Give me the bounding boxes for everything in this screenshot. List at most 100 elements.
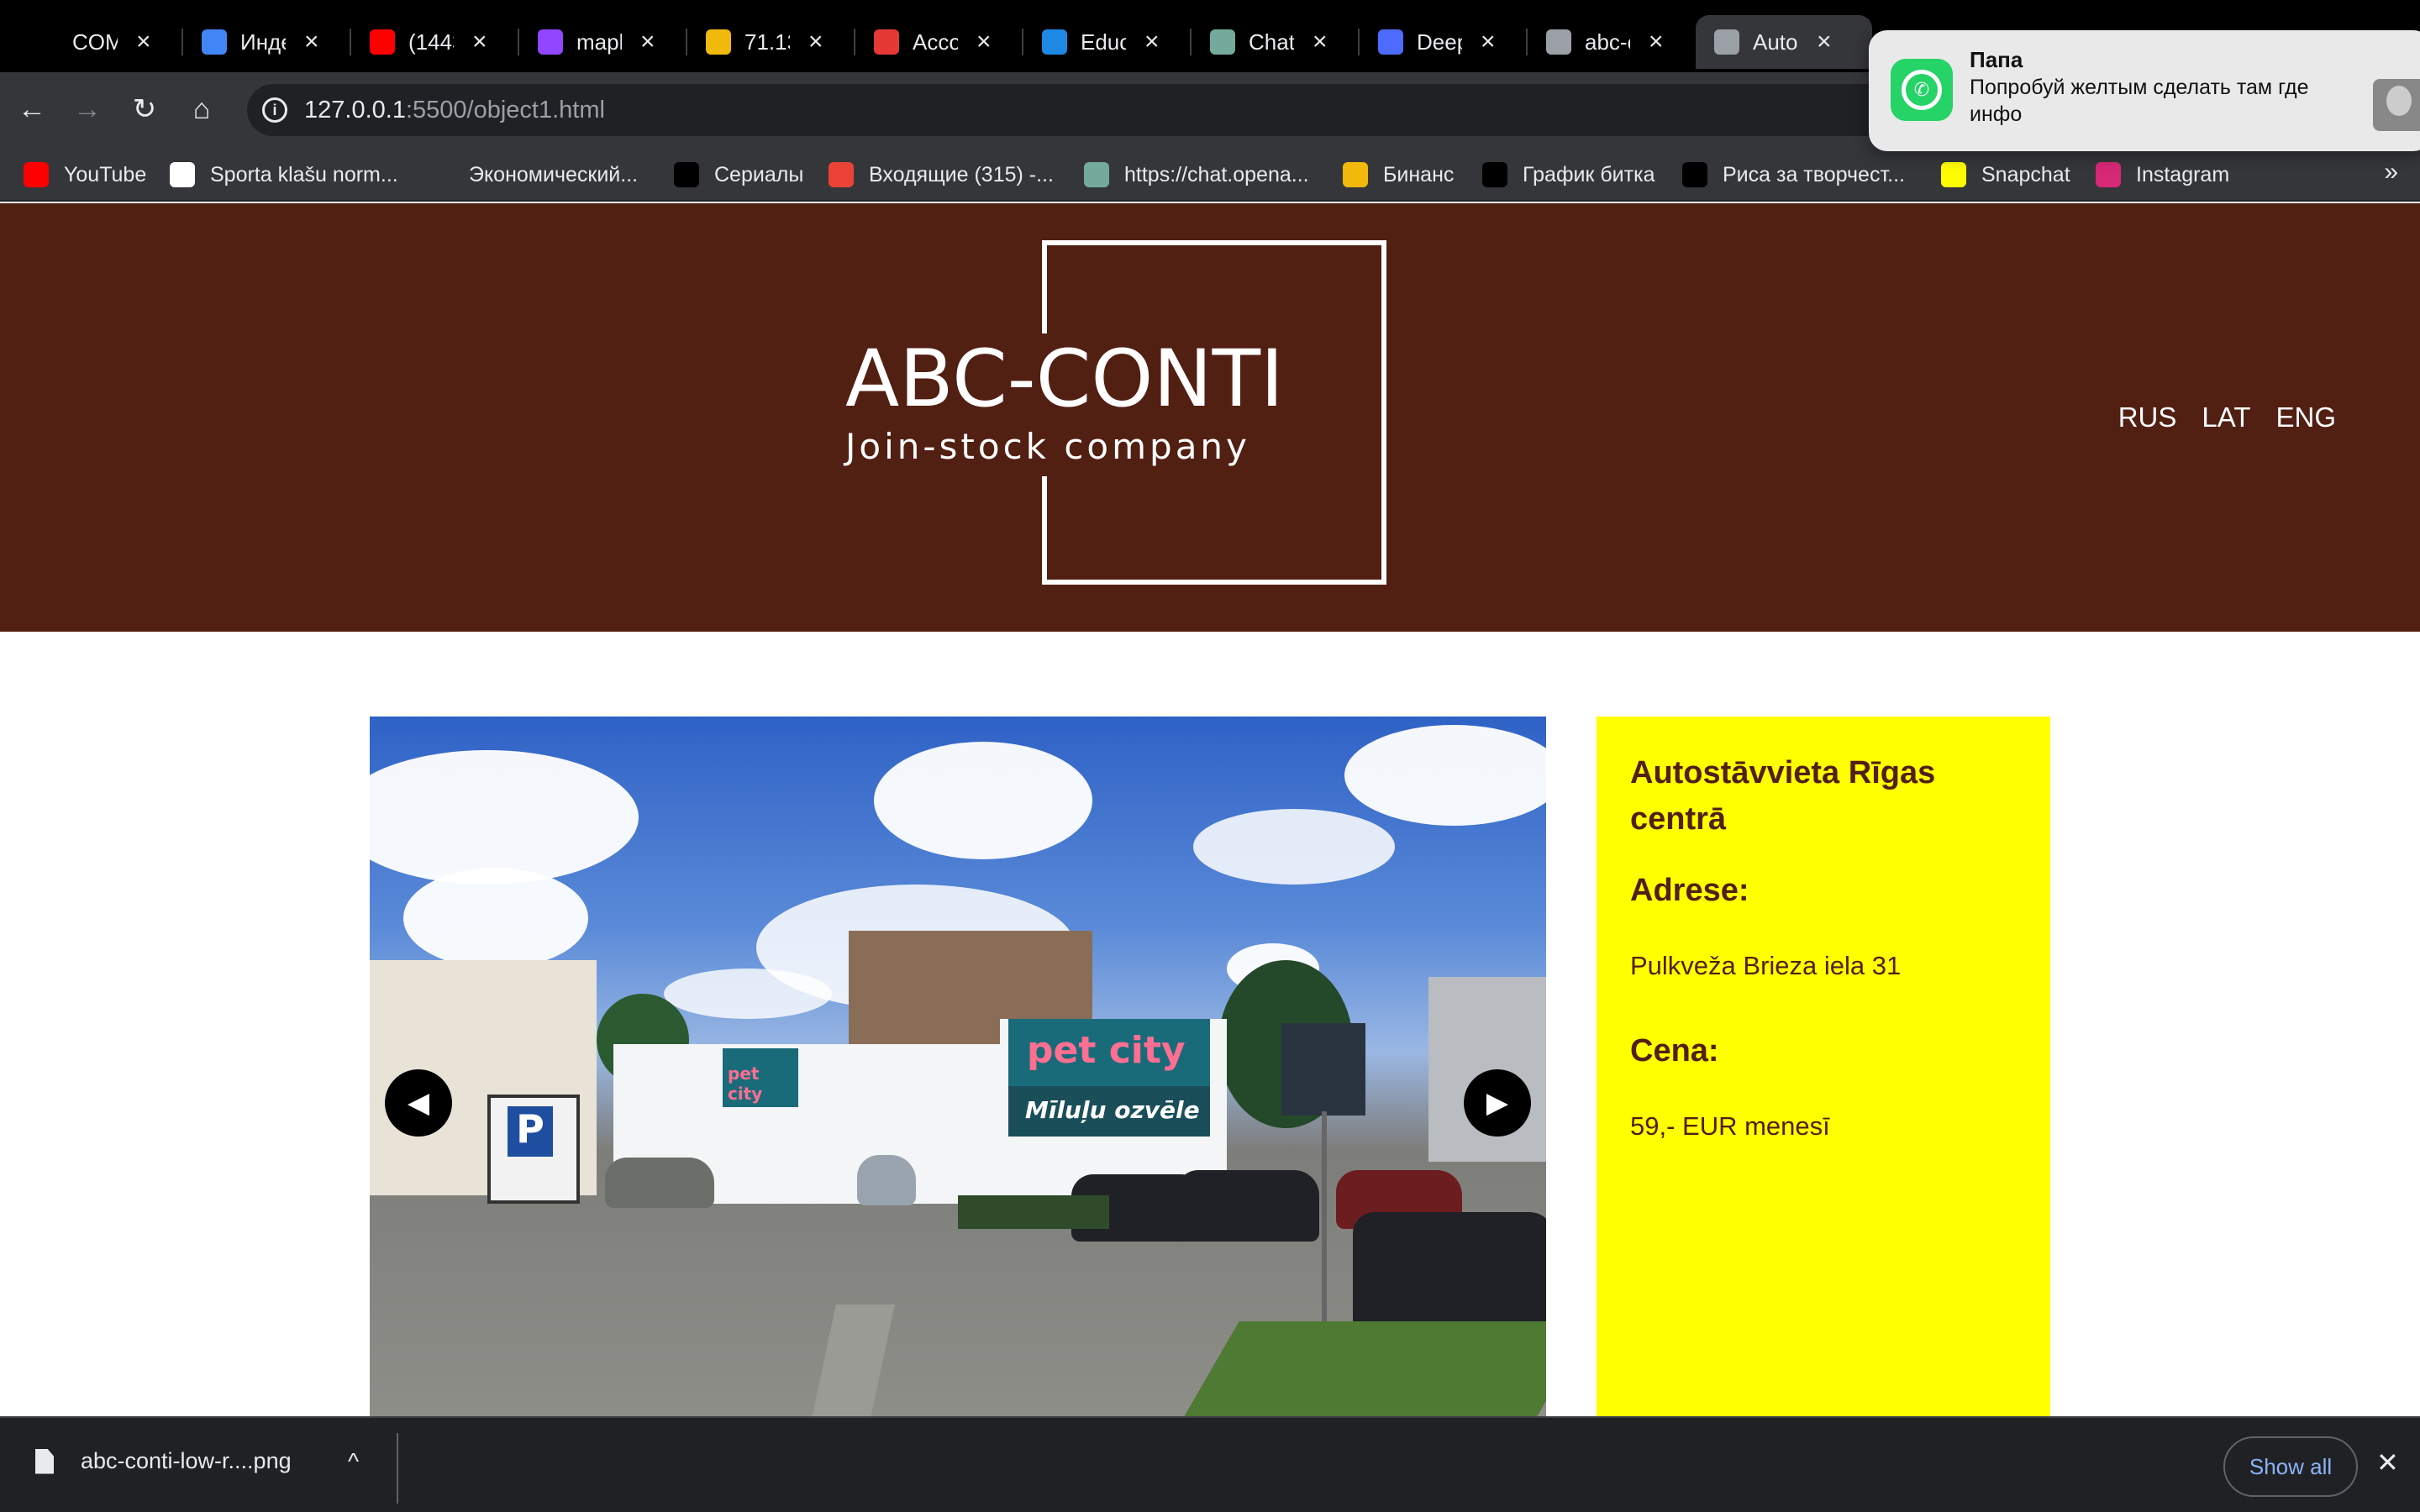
- tab[interactable]: Deep ×: [1360, 18, 1528, 66]
- tab[interactable]: Auto ×: [1696, 15, 1872, 69]
- bookmark-item[interactable]: Риса за творчест...: [1682, 160, 1905, 190]
- instagram-icon: [2096, 162, 2121, 187]
- tab-title: (1443: [408, 29, 454, 55]
- close-icon[interactable]: ×: [1817, 28, 1832, 56]
- bookmark-item[interactable]: Бинанс: [1343, 160, 1454, 190]
- tab-title: Deep: [1417, 29, 1462, 55]
- lang-lat-link[interactable]: LAT: [2202, 402, 2250, 433]
- calendar-icon: [202, 29, 227, 55]
- download-bar: abc-conti-low-r....png ^ Show all ✕: [0, 1416, 2420, 1512]
- download-filename: abc-conti-low-r....png: [81, 1448, 292, 1473]
- close-icon[interactable]: ×: [1313, 28, 1328, 56]
- serials-icon: [674, 162, 699, 187]
- bookmark-label: Риса за творчест...: [1723, 162, 1905, 186]
- slider-prev-button[interactable]: ◀: [385, 1069, 452, 1137]
- home-icon[interactable]: ⌂: [182, 89, 222, 129]
- snapchat-icon: [1941, 162, 1966, 187]
- risa-icon: [1682, 162, 1707, 187]
- whatsapp-icon: ✆: [1891, 59, 1953, 121]
- tab[interactable]: COM ×: [15, 18, 183, 66]
- lpf-icon: [170, 162, 195, 187]
- curb: [811, 1305, 895, 1416]
- tab-title: COM: [72, 29, 118, 55]
- parking-booth: P: [487, 1095, 580, 1204]
- close-icon[interactable]: ×: [1481, 28, 1496, 56]
- grass-strip: [1181, 1321, 1546, 1416]
- bookmark-label: Instagram: [2136, 162, 2230, 186]
- youtube-icon: [24, 162, 49, 187]
- bookmark-item[interactable]: Входящие (315) -...: [829, 160, 1054, 190]
- tab[interactable]: mapl ×: [519, 18, 687, 66]
- back-icon[interactable]: ←: [12, 89, 52, 129]
- chevron-up-icon[interactable]: ^: [348, 1448, 359, 1475]
- site-info-icon[interactable]: i: [262, 97, 287, 123]
- globe-icon: [1546, 29, 1571, 55]
- car: [605, 1158, 714, 1208]
- tab[interactable]: Chat ×: [1192, 18, 1360, 66]
- address-value: Pulkveža Brieza iela 31: [1630, 951, 1902, 980]
- tab[interactable]: Acco ×: [855, 18, 1023, 66]
- chatgpt-icon: [1210, 29, 1235, 55]
- chatgpt-icon: [1084, 162, 1109, 187]
- bookmark-item[interactable]: Sporta klašu norm...: [170, 160, 398, 190]
- slider-next-button[interactable]: ▶: [1464, 1069, 1531, 1137]
- bookmark-item[interactable]: Instagram: [2096, 160, 2229, 190]
- download-item[interactable]: abc-conti-low-r....png: [35, 1448, 292, 1474]
- info-board: [1281, 1023, 1365, 1116]
- account-icon: [874, 29, 899, 55]
- close-icon[interactable]: ×: [472, 28, 487, 56]
- bookmark-item[interactable]: Сериалы: [674, 160, 803, 190]
- bookmark-item[interactable]: График битка: [1482, 160, 1655, 190]
- gmail-icon: [829, 162, 854, 187]
- tab[interactable]: (1443 ×: [351, 18, 519, 66]
- cloud: [874, 742, 1092, 859]
- forward-icon[interactable]: →: [67, 89, 108, 129]
- tab-title: Инде: [240, 29, 286, 55]
- close-icon[interactable]: ×: [808, 28, 823, 56]
- bookmark-item[interactable]: YouTube: [24, 160, 146, 190]
- logo-main-text: ABC-CONTI: [845, 333, 1284, 425]
- close-icon[interactable]: ×: [976, 28, 992, 56]
- tab[interactable]: Инде ×: [183, 18, 351, 66]
- tab-title: 71.13: [744, 29, 790, 55]
- close-icon[interactable]: ×: [640, 28, 655, 56]
- tab[interactable]: Educ ×: [1023, 18, 1192, 66]
- lang-eng-link[interactable]: ENG: [2275, 402, 2336, 433]
- reload-icon[interactable]: ↻: [124, 89, 165, 129]
- show-all-button[interactable]: Show all: [2223, 1436, 2358, 1497]
- bookmark-label: Sporta klašu norm...: [210, 162, 398, 186]
- tab[interactable]: abc-c ×: [1528, 18, 1696, 66]
- bookmark-item[interactable]: Snapchat: [1941, 160, 2070, 190]
- listing-title: Autostāvvieta Rīgas centrā: [1630, 755, 1936, 837]
- logo-sub-text: Join-stock company: [845, 426, 1250, 467]
- address-label: Adrese:: [1630, 873, 1749, 908]
- close-icon[interactable]: ×: [304, 28, 319, 56]
- price-label: Cena:: [1630, 1033, 1719, 1068]
- cloud: [370, 750, 639, 885]
- divider: [397, 1433, 398, 1504]
- close-icon[interactable]: ×: [1144, 28, 1160, 56]
- tab-title: Educ: [1081, 29, 1126, 55]
- photo-slider: P pet city pet city Mīluļu ozvēle ◀ ▶: [370, 717, 1546, 1416]
- lang-rus-link[interactable]: RUS: [2118, 402, 2177, 433]
- tab[interactable]: 71.13 ×: [687, 18, 855, 66]
- binance-icon: [1343, 162, 1368, 187]
- site-header: ABC-CONTI Join-stock company RUS LAT ENG: [0, 203, 2420, 632]
- logo[interactable]: ABC-CONTI Join-stock company: [840, 333, 1311, 476]
- language-switcher: RUS LAT ENG: [2118, 402, 2336, 433]
- url-path: :5500/object1.html: [405, 96, 605, 123]
- listing-info-card: Autostāvvieta Rīgas centrā Adrese: Pulkv…: [1597, 717, 2050, 1416]
- notification-body: Попробуй желтым сделать там где инфо: [1970, 76, 2309, 126]
- tradingview-icon: [34, 29, 59, 55]
- close-icon[interactable]: ×: [1649, 28, 1664, 56]
- close-icon[interactable]: ×: [136, 28, 151, 56]
- globe-icon: [1714, 29, 1739, 55]
- bookmarks-bar: YouTube Sporta klašu norm... Экономический…: [0, 148, 2420, 202]
- url-host: 127.0.0.1: [304, 96, 406, 123]
- bookmark-item[interactable]: https://chat.opena...: [1084, 160, 1309, 190]
- close-icon[interactable]: ✕: [2376, 1446, 2399, 1478]
- avatar: [2373, 79, 2420, 131]
- whatsapp-notification[interactable]: ✆ Папа Попробуй желтым сделать там где и…: [1869, 30, 2420, 151]
- bookmark-item[interactable]: Экономический...: [429, 160, 638, 190]
- bookmarks-overflow-button[interactable]: »: [2384, 158, 2398, 186]
